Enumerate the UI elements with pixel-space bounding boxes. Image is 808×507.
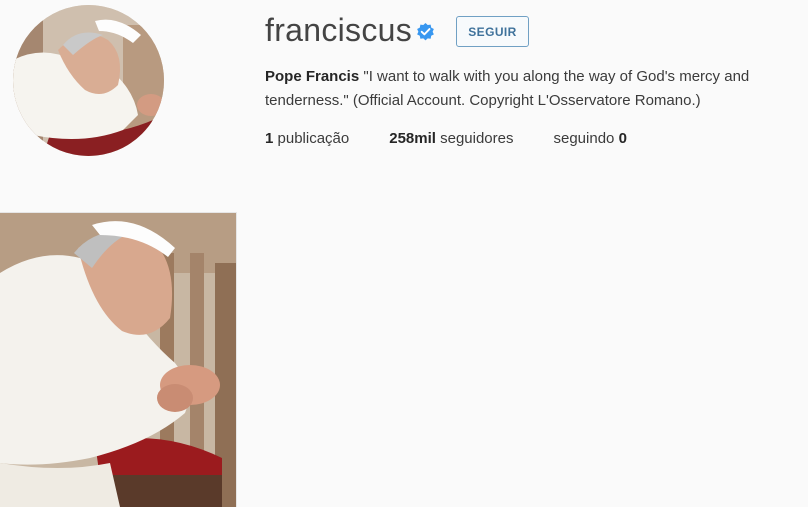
profile-username: franciscus [265, 12, 413, 48]
praying-pope-avatar-icon [13, 5, 164, 156]
following-label: seguindo [553, 130, 615, 147]
following-stat[interactable]: seguindo 0 [554, 128, 627, 150]
follow-button[interactable]: SEGUIR [456, 16, 529, 47]
profile-bio: Pope Francis "I want to walk with you al… [265, 65, 805, 113]
posts-count-value: 1 [265, 130, 274, 147]
posts-count-stat: 1 publicação [265, 128, 349, 150]
post-thumbnail[interactable] [0, 213, 236, 507]
profile-stats: 1 publicação 258mil seguidores seguindo … [265, 128, 627, 150]
followers-count-value: 258mil [389, 130, 436, 147]
followers-stat[interactable]: 258mil seguidores [389, 128, 513, 150]
bio-full-name: Pope Francis [265, 68, 360, 85]
following-count-value: 0 [618, 130, 627, 147]
profile-avatar[interactable] [13, 5, 164, 156]
posts-count-label: publicação [277, 130, 350, 147]
followers-label: seguidores [440, 130, 514, 147]
verified-badge-icon [417, 22, 434, 41]
praying-pope-photo-icon [0, 213, 236, 507]
